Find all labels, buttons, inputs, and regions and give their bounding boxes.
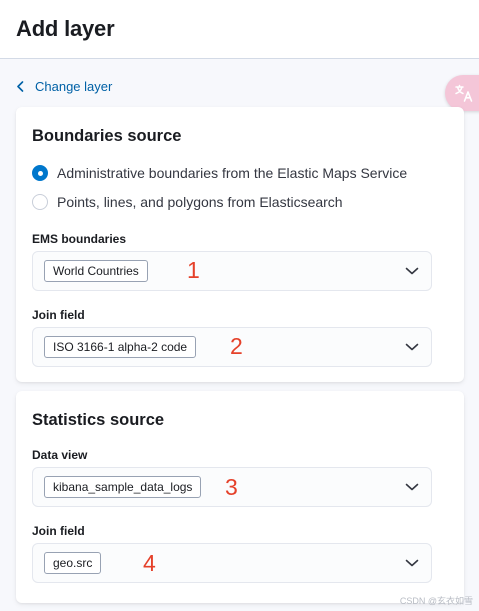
join-field-select[interactable]: ISO 3166-1 alpha-2 code 2: [32, 327, 432, 367]
translate-icon: [455, 84, 473, 102]
change-layer-link[interactable]: Change layer: [16, 79, 112, 94]
statistics-source-title: Statistics source: [32, 411, 165, 429]
data-view-select[interactable]: kibana_sample_data_logs 3: [32, 467, 432, 507]
chevron-left-icon: [17, 81, 24, 92]
chevron-down-icon: [405, 559, 419, 567]
boundaries-source-title: Boundaries source: [32, 127, 182, 145]
boundaries-source-panel: Boundaries source Administrative boundar…: [16, 107, 464, 382]
watermark: CSDN @玄衣如雪: [399, 596, 473, 606]
chevron-down-icon: [405, 267, 419, 275]
join-field-label: Join field: [32, 524, 85, 538]
ems-boundaries-select[interactable]: World Countries 1: [32, 251, 432, 291]
radio-button-checked[interactable]: [32, 165, 48, 181]
radio-elasticsearch-label: Points, lines, and polygons from Elastic…: [57, 194, 343, 210]
radio-ems-boundaries[interactable]: Administrative boundaries from the Elast…: [32, 165, 407, 181]
statistics-join-field-select[interactable]: geo.src 4: [32, 543, 432, 583]
page-title: Add layer: [16, 16, 115, 41]
annotation-number: 2: [230, 333, 243, 359]
translate-button[interactable]: [445, 75, 479, 111]
statistics-source-panel: Statistics source Data view kibana_sampl…: [16, 391, 464, 603]
radio-ems-label: Administrative boundaries from the Elast…: [57, 165, 408, 181]
annotation-number: 4: [143, 550, 156, 576]
selected-value-pill: kibana_sample_data_logs: [44, 476, 202, 498]
data-view-label: Data view: [32, 448, 88, 462]
join-field-label: Join field: [32, 308, 85, 322]
chevron-down-icon: [405, 483, 419, 491]
page-header: Add layer: [0, 0, 479, 59]
ems-boundaries-label: EMS boundaries: [32, 232, 127, 246]
selected-value-pill: World Countries: [44, 260, 148, 282]
change-layer-label: Change layer: [35, 79, 113, 94]
radio-elasticsearch[interactable]: Points, lines, and polygons from Elastic…: [32, 194, 343, 210]
annotation-number: 3: [225, 474, 238, 500]
chevron-down-icon: [405, 343, 419, 351]
selected-value-pill: geo.src: [44, 552, 102, 574]
radio-button-unchecked[interactable]: [32, 194, 48, 210]
selected-value-pill: ISO 3166-1 alpha-2 code: [44, 336, 197, 358]
annotation-number: 1: [187, 257, 200, 283]
